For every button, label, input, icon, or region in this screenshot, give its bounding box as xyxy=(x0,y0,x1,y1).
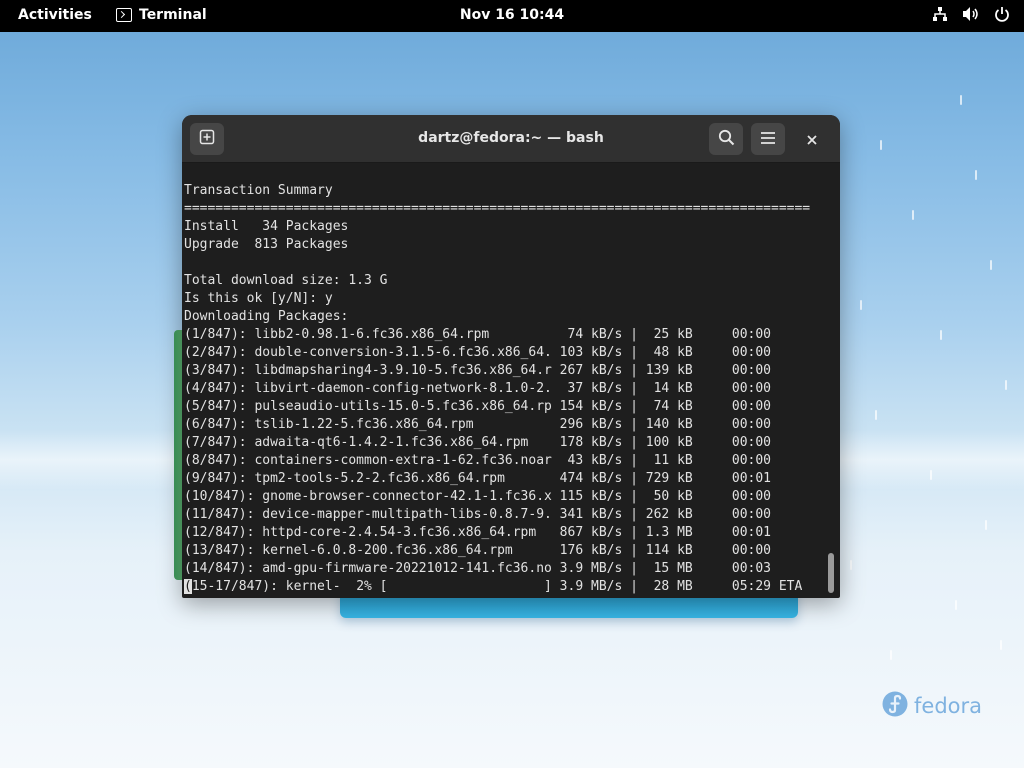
fedora-logo-icon xyxy=(882,691,908,721)
fedora-watermark: fedora xyxy=(882,691,982,721)
clock[interactable]: Nov 16 10:44 xyxy=(0,7,1024,23)
terminal-line: (2/847): double-conversion-3.1.5-6.fc36.… xyxy=(184,345,771,360)
network-icon[interactable] xyxy=(932,6,948,22)
terminal-line: Downloading Packages: xyxy=(184,309,349,324)
volume-icon[interactable] xyxy=(962,6,980,22)
terminal-line: (12/847): httpd-core-2.4.54-3.fc36.x86_6… xyxy=(184,525,771,540)
rain-drop xyxy=(955,600,957,610)
rain-drop xyxy=(960,95,962,105)
terminal-line: (9/847): tpm2-tools-5.2-2.fc36.x86_64.rp… xyxy=(184,471,771,486)
terminal-line: (5/847): pulseaudio-utils-15.0-5.fc36.x8… xyxy=(184,399,771,414)
power-icon[interactable] xyxy=(994,6,1010,22)
rain-drop xyxy=(975,170,977,180)
progress-line-text: 15-17/847): kernel- 2% [ ] 3.9 MB/s | 28… xyxy=(191,579,803,594)
terminal-line: Upgrade 813 Packages xyxy=(184,237,349,252)
rain-drop xyxy=(985,520,987,530)
terminal-line: Total download size: 1.3 G xyxy=(184,273,388,288)
main-menu-button[interactable] xyxy=(751,123,785,155)
terminal-output[interactable]: Transaction Summary =====================… xyxy=(184,182,824,596)
terminal-line: (3/847): libdmapsharing4-3.9.10-5.fc36.x… xyxy=(184,363,771,378)
terminal-line: (11/847): device-mapper-multipath-libs-0… xyxy=(184,507,771,522)
rain-drop xyxy=(860,300,862,310)
terminal-line: Transaction Summary xyxy=(184,183,333,198)
rain-drop xyxy=(990,260,992,270)
rain-drop xyxy=(930,470,932,480)
fedora-wordmark: fedora xyxy=(914,694,982,718)
scrollbar[interactable] xyxy=(826,163,836,598)
terminal-line: (7/847): adwaita-qt6-1.4.2-1.fc36.x86_64… xyxy=(184,435,771,450)
terminal-cursor: ( xyxy=(184,579,192,594)
terminal-line: (14/847): amd-gpu-firmware-20221012-141.… xyxy=(184,561,771,576)
search-icon xyxy=(718,129,735,150)
rain-drop xyxy=(875,410,877,420)
terminal-line: (10/847): gnome-browser-connector-42.1-1… xyxy=(184,489,771,504)
rain-drop xyxy=(912,210,914,220)
rain-drop xyxy=(1005,380,1007,390)
terminal-line: (13/847): kernel-6.0.8-200.fc36.x86_64.r… xyxy=(184,543,771,558)
rain-drop xyxy=(940,330,942,340)
terminal-line: (4/847): libvirt-daemon-config-network-8… xyxy=(184,381,771,396)
terminal-line: Install 34 Packages xyxy=(184,219,349,234)
rain-drop xyxy=(880,140,882,150)
close-button[interactable] xyxy=(800,127,824,151)
terminal-line: (1/847): libb2-0.98.1-6.fc36.x86_64.rpm … xyxy=(184,327,771,342)
terminal-window[interactable]: dartz@fedora:~ — bash Transaction Summar… xyxy=(182,115,840,598)
top-bar: Activities Terminal Nov 16 10:44 xyxy=(0,0,1024,32)
terminal-line: ========================================… xyxy=(184,201,811,216)
rain-drop xyxy=(1000,640,1002,650)
header-bar[interactable]: dartz@fedora:~ — bash xyxy=(182,115,840,163)
system-tray[interactable] xyxy=(932,6,1010,22)
terminal-line: (6/847): tslib-1.22-5.fc36.x86_64.rpm 29… xyxy=(184,417,771,432)
progress-line: (15-17/847): kernel- 2% [ ] 3.9 MB/s | 2… xyxy=(184,578,824,596)
rain-drop xyxy=(890,650,892,660)
rain-drop xyxy=(850,560,852,570)
terminal-line: Is this ok [y/N]: y xyxy=(184,291,333,306)
hamburger-menu-icon xyxy=(760,130,776,149)
close-icon xyxy=(807,130,817,149)
terminal-line: (8/847): containers-common-extra-1-62.fc… xyxy=(184,453,771,468)
scrollbar-thumb[interactable] xyxy=(828,553,834,593)
search-button[interactable] xyxy=(709,123,743,155)
